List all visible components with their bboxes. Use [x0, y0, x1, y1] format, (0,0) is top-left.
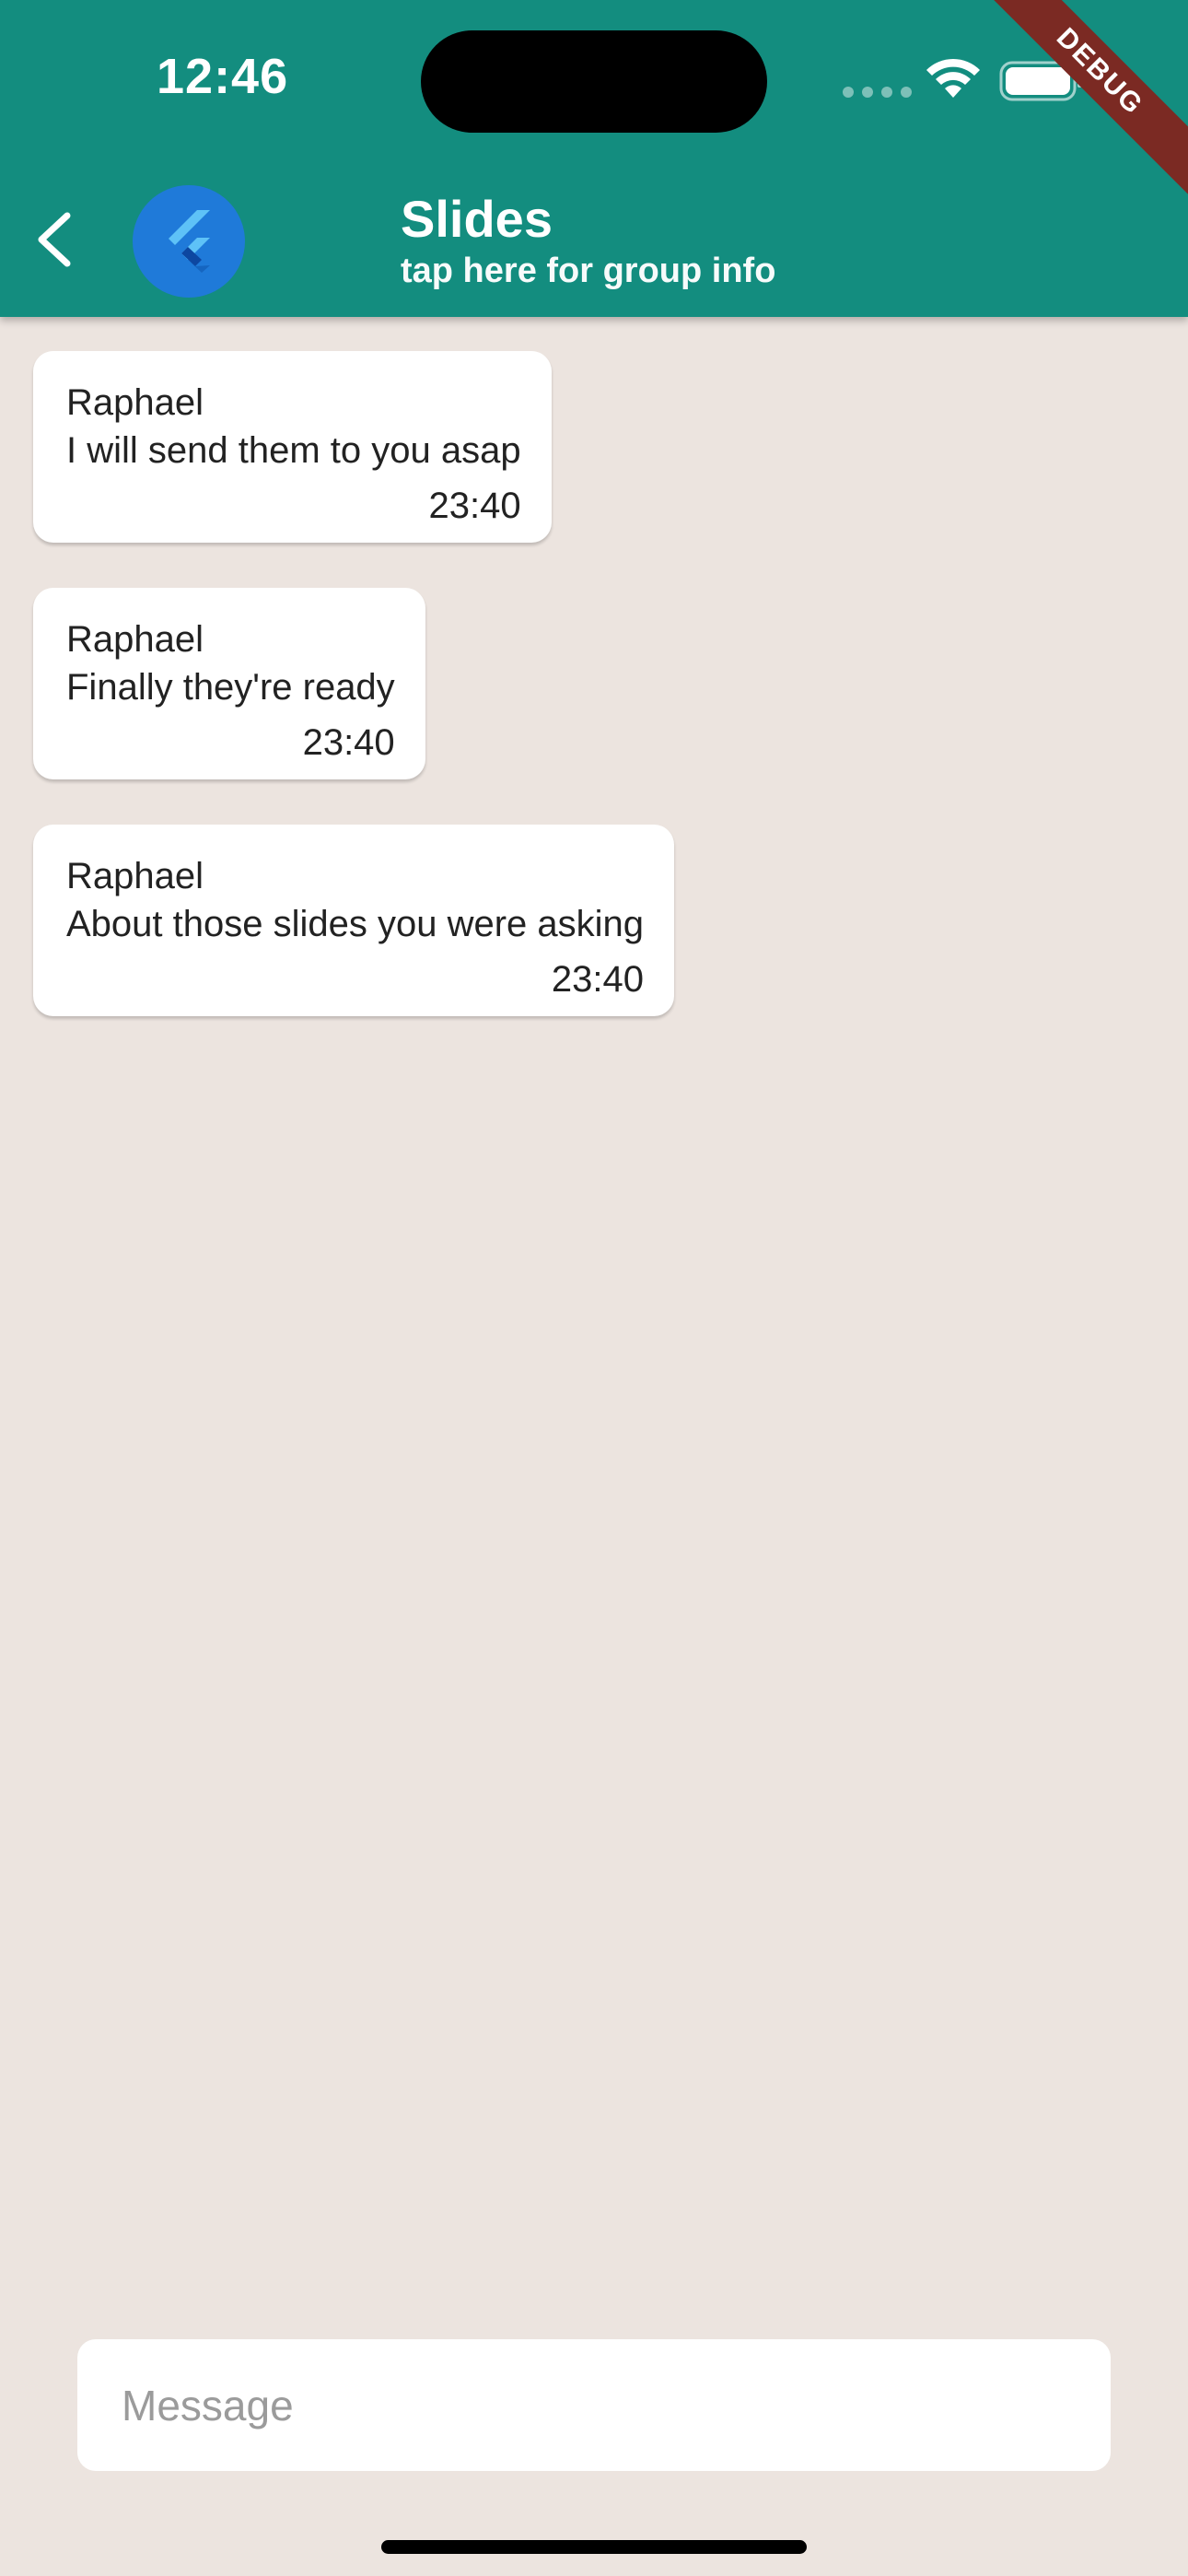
- message-list: Raphael I will send them to you asap 23:…: [33, 351, 675, 1016]
- back-button[interactable]: [20, 201, 85, 278]
- cellular-signal-icon: [843, 87, 912, 98]
- chat-screen: 12:46 DEBUG Slides tap here for group in…: [0, 0, 1188, 2576]
- message-composer: [77, 2339, 1111, 2471]
- message-bubble[interactable]: Raphael Finally they're ready 23:40: [33, 588, 425, 779]
- message-text: Finally they're ready: [66, 667, 395, 708]
- message-sender: Raphael: [66, 619, 204, 660]
- app-bar: 12:46 DEBUG Slides tap here for group in…: [0, 0, 1188, 317]
- group-info-link[interactable]: Slides tap here for group info: [401, 189, 775, 292]
- message-time: 23:40: [302, 722, 395, 763]
- message-text: About those slides you were asking: [66, 904, 645, 944]
- wifi-icon: [926, 58, 980, 98]
- flutter-logo-icon: [169, 210, 210, 273]
- message-input[interactable]: [122, 2380, 1111, 2430]
- chevron-left-icon: [38, 212, 71, 267]
- message-sender: Raphael: [66, 856, 204, 896]
- message-bubble[interactable]: Raphael I will send them to you asap 23:…: [33, 351, 552, 543]
- home-indicator[interactable]: [381, 2540, 807, 2554]
- message-time: 23:40: [428, 486, 521, 526]
- message-time: 23:40: [551, 959, 645, 1000]
- dynamic-island: [421, 30, 767, 133]
- chat-title: Slides: [401, 190, 553, 248]
- message-sender: Raphael: [66, 382, 204, 423]
- message-text: I will send them to you asap: [66, 430, 521, 471]
- status-time: 12:46: [157, 49, 289, 104]
- chat-subtitle: tap here for group info: [401, 252, 776, 290]
- debug-banner: DEBUG: [965, 0, 1188, 206]
- group-avatar[interactable]: [133, 185, 245, 298]
- message-bubble[interactable]: Raphael About those slides you were aski…: [33, 825, 675, 1016]
